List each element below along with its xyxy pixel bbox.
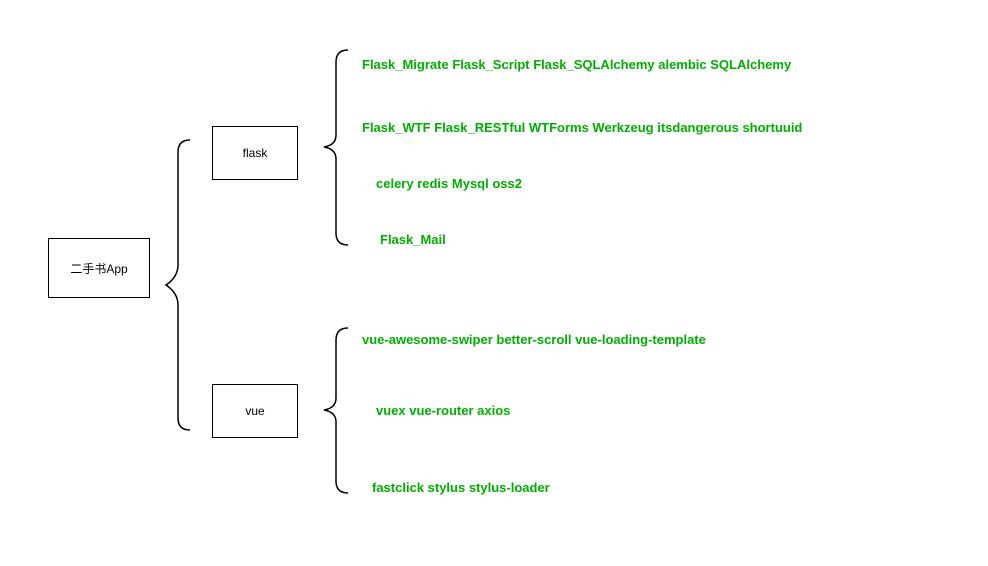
leaf-vue-3: fastclick stylus stylus-loader bbox=[372, 480, 550, 495]
node-vue: vue bbox=[212, 384, 298, 438]
node-vue-label: vue bbox=[245, 404, 264, 418]
node-root-label: 二手书App bbox=[70, 260, 127, 277]
brace-vue bbox=[320, 328, 360, 493]
brace-root bbox=[162, 140, 202, 430]
node-root: 二手书App bbox=[48, 238, 150, 298]
leaf-flask-1: Flask_Migrate Flask_Script Flask_SQLAlch… bbox=[362, 57, 791, 72]
leaf-vue-1: vue-awesome-swiper better-scroll vue-loa… bbox=[362, 332, 706, 347]
leaf-vue-2: vuex vue-router axios bbox=[376, 403, 510, 418]
leaf-flask-4: Flask_Mail bbox=[380, 232, 446, 247]
node-flask-label: flask bbox=[243, 146, 268, 160]
leaf-flask-2: Flask_WTF Flask_RESTful WTForms Werkzeug… bbox=[362, 120, 802, 135]
brace-flask bbox=[320, 50, 360, 245]
node-flask: flask bbox=[212, 126, 298, 180]
leaf-flask-3: celery redis Mysql oss2 bbox=[376, 176, 522, 191]
